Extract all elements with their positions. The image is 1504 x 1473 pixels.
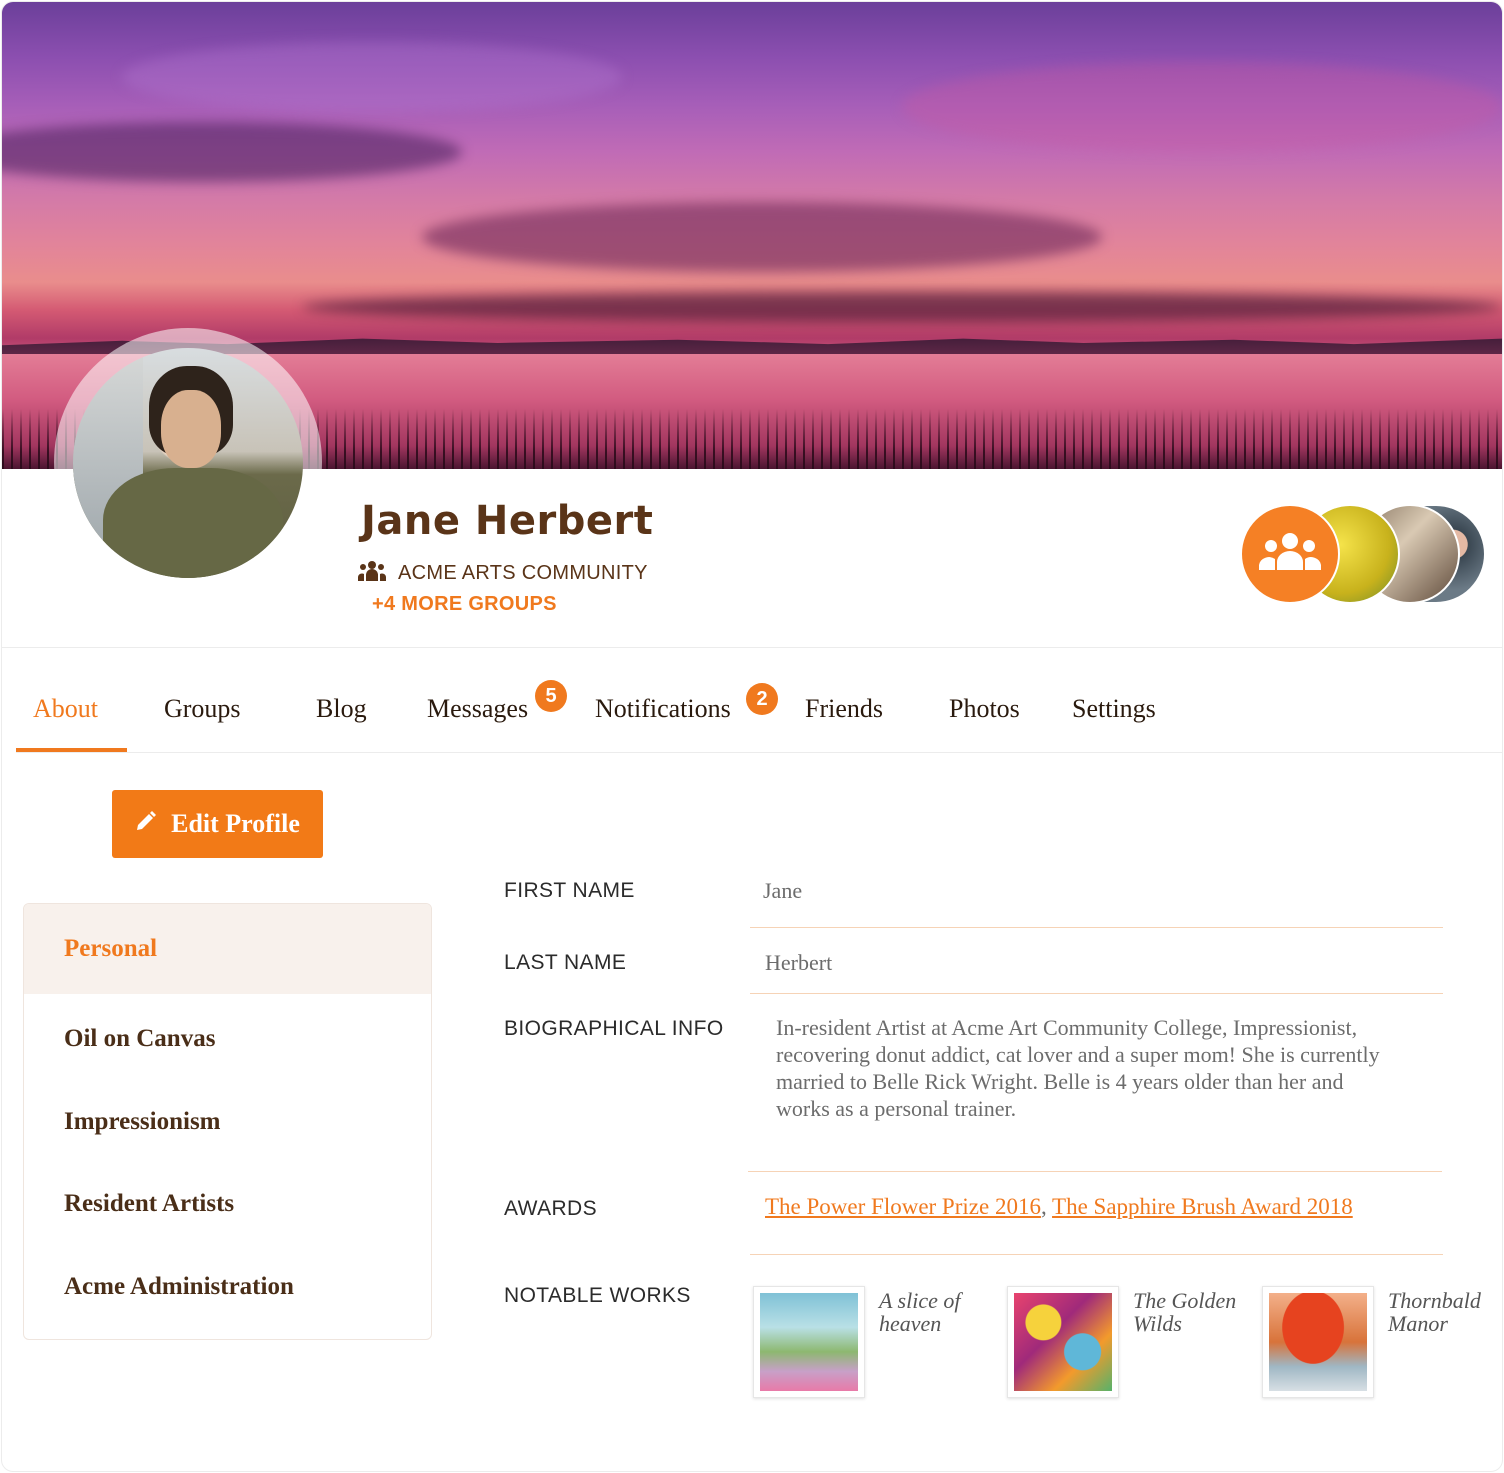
menu-item-acme-administration[interactable]: Acme Administration xyxy=(24,1242,431,1332)
group-avatars[interactable] xyxy=(1240,504,1490,606)
tab-friends[interactable]: Friends xyxy=(805,694,883,724)
messages-badge: 5 xyxy=(535,680,567,712)
artwork-title: Thornbald Manor xyxy=(1388,1288,1481,1336)
award-link[interactable]: The Sapphire Brush Award 2018 xyxy=(1052,1194,1353,1219)
more-groups-link[interactable]: +4 MORE GROUPS xyxy=(372,593,557,616)
tab-photos[interactable]: Photos xyxy=(949,694,1020,724)
tab-groups[interactable]: Groups xyxy=(164,694,241,724)
edit-profile-label: Edit Profile xyxy=(171,809,300,838)
artwork-thumbnail[interactable] xyxy=(753,1286,865,1398)
artwork-thumbnail[interactable] xyxy=(1007,1286,1119,1398)
notable-work[interactable]: Thornbald Manor xyxy=(1262,1286,1502,1398)
group-name: ACME ARTS COMMUNITY xyxy=(398,562,648,584)
tab-about[interactable]: About xyxy=(33,694,98,724)
primary-group[interactable]: ACME ARTS COMMUNITY xyxy=(358,560,648,587)
avatar[interactable] xyxy=(73,348,303,578)
profile-section-menu: Personal Oil on Canvas Impressionism Res… xyxy=(23,903,432,1340)
group-icon xyxy=(358,560,386,587)
profile-page: Jane Herbert ACME ARTS COMMUNITY +4 MORE… xyxy=(1,1,1503,1472)
pencil-icon xyxy=(135,809,157,839)
first-name-label: FIRST NAME xyxy=(504,879,635,902)
header-divider xyxy=(2,647,1502,648)
first-name-value[interactable]: Jane xyxy=(763,878,802,904)
artwork-title: The Golden Wilds xyxy=(1133,1288,1237,1336)
menu-item-personal[interactable]: Personal xyxy=(24,904,431,994)
award-link[interactable]: The Power Flower Prize 2016 xyxy=(765,1194,1041,1219)
notable-work[interactable]: The Golden Wilds xyxy=(1007,1286,1253,1398)
active-tab-indicator xyxy=(16,748,127,752)
profile-name: Jane Herbert xyxy=(361,498,654,544)
menu-item-oil-on-canvas[interactable]: Oil on Canvas xyxy=(24,994,431,1084)
awards-label: AWARDS xyxy=(504,1197,598,1220)
last-name-label: LAST NAME xyxy=(504,951,627,974)
people-icon xyxy=(1257,532,1323,577)
artwork-thumbnail[interactable] xyxy=(1262,1286,1374,1398)
tab-notifications[interactable]: Notifications xyxy=(595,694,731,724)
menu-item-impressionism[interactable]: Impressionism xyxy=(24,1077,431,1167)
edit-profile-button[interactable]: Edit Profile xyxy=(112,790,323,858)
profile-tabs: About Groups Blog Messages 5 Notificatio… xyxy=(16,652,1502,753)
notifications-badge: 2 xyxy=(746,683,778,715)
bio-label: BIOGRAPHICAL INFO xyxy=(504,1017,724,1040)
awards-list: The Power Flower Prize 2016, The Sapphir… xyxy=(765,1194,1353,1220)
bio-value[interactable]: In-resident Artist at Acme Art Community… xyxy=(776,1014,1396,1122)
groups-button[interactable] xyxy=(1240,504,1340,604)
last-name-value[interactable]: Herbert xyxy=(765,950,832,976)
field-divider xyxy=(750,927,1443,928)
tab-settings[interactable]: Settings xyxy=(1072,694,1156,724)
field-divider xyxy=(748,1171,1442,1172)
tab-blog[interactable]: Blog xyxy=(316,694,367,724)
field-divider xyxy=(750,1254,1443,1255)
field-divider xyxy=(750,993,1443,994)
notable-works-label: NOTABLE WORKS xyxy=(504,1284,691,1307)
notable-work[interactable]: A slice of heaven xyxy=(753,1286,999,1398)
menu-item-resident-artists[interactable]: Resident Artists xyxy=(24,1159,431,1249)
award-separator: , xyxy=(1040,1194,1053,1219)
tab-messages[interactable]: Messages xyxy=(427,694,528,724)
artwork-title: A slice of heaven xyxy=(879,1288,961,1336)
